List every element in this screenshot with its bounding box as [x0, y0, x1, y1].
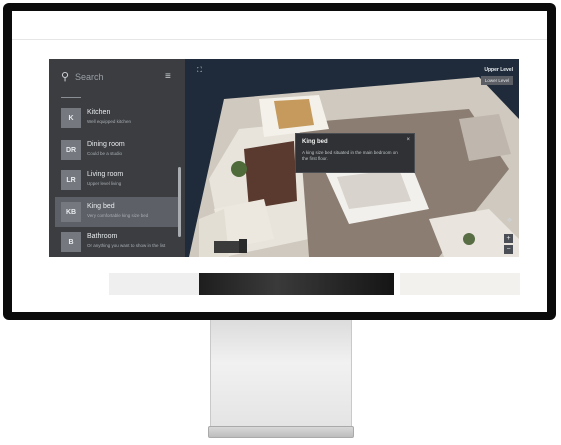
- room-item-living-room[interactable]: LR Living room Upper level living: [55, 165, 179, 195]
- list-top-indicator: [61, 97, 81, 98]
- header-divider: [12, 39, 547, 40]
- gallery-strip: [12, 261, 547, 312]
- gallery-thumbnail[interactable]: [400, 273, 520, 295]
- monitor-base: [208, 426, 354, 438]
- room-item-dining-room[interactable]: DR Dining room Could be a studio: [55, 135, 179, 165]
- room-subtitle: Or anything you want to show in the list: [87, 243, 166, 248]
- search-icon: ⚲: [61, 71, 70, 83]
- zoom-in-button[interactable]: +: [504, 234, 513, 243]
- room-item-kitchen[interactable]: K Kitchen Well equipped kitchen: [55, 103, 179, 133]
- filter-icon[interactable]: ≡: [165, 71, 175, 83]
- floorplan-viewer[interactable]: ⚲ ≡ K Kitchen Well equipped kitchen DR D…: [49, 59, 519, 257]
- room-badge: LR: [61, 170, 81, 190]
- gallery-thumbnail[interactable]: [109, 273, 199, 295]
- room-badge: DR: [61, 140, 81, 160]
- room-badge: B: [61, 232, 81, 252]
- zoom-out-button[interactable]: −: [504, 245, 513, 254]
- room-title: Living room: [87, 171, 124, 178]
- room-subtitle: Well equipped kitchen: [87, 119, 131, 124]
- screen: ⚲ ≡ K Kitchen Well equipped kitchen DR D…: [12, 11, 547, 312]
- room-list-panel: ⚲ ≡ K Kitchen Well equipped kitchen DR D…: [49, 59, 185, 257]
- room-badge: KB: [61, 202, 81, 222]
- monitor-stand: [210, 320, 352, 429]
- room-title: Dining room: [87, 141, 125, 148]
- room-list-scrollbar[interactable]: [178, 167, 181, 237]
- room-tooltip: King bed A king size bed situated in the…: [295, 133, 415, 173]
- room-item-bathroom[interactable]: B Bathroom Or anything you want to show …: [55, 227, 179, 257]
- level-label: Upper Level: [484, 67, 513, 73]
- room-subtitle: Very comfortable king size bed: [87, 213, 149, 218]
- room-subtitle: Could be a studio: [87, 151, 123, 156]
- room-badge: K: [61, 108, 81, 128]
- monitor-frame: ⚲ ≡ K Kitchen Well equipped kitchen DR D…: [3, 3, 556, 320]
- search-bar: ⚲ ≡: [49, 59, 185, 97]
- room-subtitle: Upper level living: [87, 181, 122, 186]
- room-item-king-bed[interactable]: KB King bed Very comfortable king size b…: [55, 197, 179, 227]
- move-icon[interactable]: ✥: [507, 217, 512, 224]
- fullscreen-icon[interactable]: ⛶: [197, 67, 202, 75]
- room-title: Bathroom: [87, 233, 118, 240]
- search-input[interactable]: [75, 70, 155, 84]
- room-title: Kitchen: [87, 109, 111, 116]
- room-title: King bed: [87, 203, 115, 210]
- tooltip-body: A king size bed situated in the main bed…: [302, 150, 398, 161]
- tooltip-title: King bed: [302, 139, 328, 145]
- close-icon[interactable]: ×: [406, 137, 410, 143]
- gallery-thumbnail[interactable]: [199, 273, 394, 295]
- lower-level-button[interactable]: Lower Level: [481, 76, 513, 85]
